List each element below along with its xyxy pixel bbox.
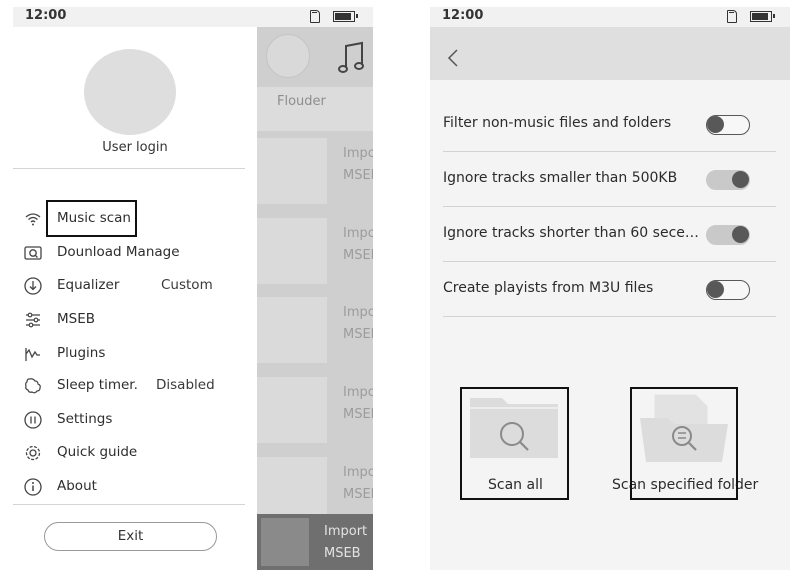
setting-row-filter-non-music: Filter non-music files and folders — [443, 97, 776, 152]
menu-label: Dounload Manage — [57, 244, 180, 260]
menu-label: Plugins — [57, 345, 106, 361]
create-playlists-toggle[interactable] — [706, 280, 750, 300]
sleep-icon — [25, 378, 41, 394]
mini-player: Import MSEB — [257, 514, 373, 570]
track-thumbnail — [257, 218, 327, 284]
menu-label: Quick guide — [57, 444, 138, 460]
scan-specified-folder-button[interactable]: Scan specified folder — [610, 387, 760, 500]
status-time: 12:00 — [442, 8, 484, 23]
menu-item-download-manage[interactable]: Dounload Manage — [13, 238, 257, 268]
right-screen: 12:00 Filter non-music files and folders… — [430, 7, 790, 570]
setting-label: Ignore tracks shorter than 60 secends — [443, 225, 701, 241]
toggle-knob — [732, 171, 749, 188]
ignore-short-toggle[interactable] — [706, 225, 750, 245]
status-bar: 12:00 — [430, 7, 790, 27]
menu-label: About — [57, 478, 97, 494]
track-title: Impo — [343, 385, 373, 400]
gear-icon — [25, 445, 41, 461]
scan-all-button[interactable]: Scan all — [460, 387, 569, 500]
track-thumbnail — [257, 377, 327, 443]
list-item: Impo MSEB — [257, 138, 373, 210]
menu-item-quick-guide[interactable]: Quick guide — [13, 438, 257, 468]
toggle-knob — [732, 226, 749, 243]
list-item: Impo MSEB — [257, 297, 373, 369]
plugins-icon — [25, 348, 40, 361]
list-item: Impo MSEB — [257, 377, 373, 449]
player-artist: MSEB — [324, 546, 361, 561]
sliders-icon — [26, 312, 40, 328]
equalizer-icon — [24, 277, 42, 295]
status-time: 12:00 — [25, 8, 67, 23]
download-icon — [24, 246, 42, 260]
menu-item-mseb[interactable]: MSEB — [13, 305, 257, 335]
divider — [13, 504, 245, 505]
settings-icon — [24, 411, 42, 429]
menu-label: Settings — [57, 411, 113, 427]
track-title: Impo — [343, 305, 373, 320]
music-note-icon — [338, 41, 364, 73]
setting-label: Filter non-music files and folders — [443, 115, 672, 131]
menu-item-plugins[interactable]: Plugins — [13, 339, 257, 369]
track-artist: MSEB — [343, 487, 373, 502]
nav-bar — [430, 27, 790, 80]
setting-row-ignore-short: Ignore tracks shorter than 60 secends — [443, 207, 776, 262]
setting-label: Create playists from M3U files — [443, 280, 654, 296]
battery-icon — [333, 11, 358, 22]
scan-specified-highlight — [630, 387, 738, 500]
list-item: Impo MSEB — [257, 218, 373, 290]
back-icon[interactable] — [444, 47, 462, 69]
scan-settings: Filter non-music files and folders Ignor… — [430, 80, 790, 570]
track-title: Impo — [343, 465, 373, 480]
divider — [13, 168, 245, 169]
toggle-knob — [707, 281, 724, 298]
track-artist: MSEB — [343, 327, 373, 342]
background-avatar — [266, 34, 310, 78]
sd-card-icon — [310, 10, 320, 23]
equalizer-value: Custom — [161, 277, 213, 293]
track-artist: MSEB — [343, 248, 373, 263]
player-thumbnail — [261, 518, 309, 566]
track-thumbnail — [257, 138, 327, 204]
wifi-icon — [25, 213, 41, 226]
player-title: Import — [324, 524, 368, 539]
info-icon — [24, 478, 42, 496]
navigation-drawer: User login Music scan Dounload Manage Eq… — [13, 27, 257, 570]
track-thumbnail — [257, 297, 327, 363]
exit-button[interactable]: Exit — [44, 522, 217, 551]
menu-item-sleep-timer[interactable]: Sleep timer. Disabled — [13, 371, 257, 401]
menu-label: Equalizer — [57, 277, 120, 293]
menu-item-equalizer[interactable]: Equalizer Custom — [13, 271, 257, 301]
track-artist: MSEB — [343, 407, 373, 422]
track-title: Impo — [343, 146, 373, 161]
tab-folder: Flouder — [277, 94, 326, 109]
user-login-link[interactable]: User login — [13, 140, 257, 155]
status-bar: 12:00 — [13, 7, 373, 27]
setting-row-ignore-small: Ignore tracks smaller than 500KB — [443, 152, 776, 207]
track-title: Impo — [343, 226, 373, 241]
sd-card-icon — [727, 10, 737, 23]
menu-label: Sleep timer. — [57, 377, 138, 393]
menu-label: MSEB — [57, 311, 96, 327]
music-scan-highlight — [46, 200, 137, 237]
menu-item-settings[interactable]: Settings — [13, 405, 257, 435]
sleep-timer-value: Disabled — [156, 377, 215, 393]
toggle-knob — [707, 116, 724, 133]
battery-icon — [750, 11, 775, 22]
setting-row-create-playlists: Create playists from M3U files — [443, 262, 776, 317]
scan-all-highlight — [460, 387, 569, 500]
user-avatar[interactable] — [84, 49, 176, 135]
ignore-small-toggle[interactable] — [706, 170, 750, 190]
track-artist: MSEB — [343, 168, 373, 183]
filter-non-music-toggle[interactable] — [706, 115, 750, 135]
setting-label: Ignore tracks smaller than 500KB — [443, 170, 678, 186]
menu-item-about[interactable]: About — [13, 472, 257, 502]
left-screen: 12:00 Flouder Impo MSEB Impo MSEB Impo M… — [13, 7, 373, 570]
